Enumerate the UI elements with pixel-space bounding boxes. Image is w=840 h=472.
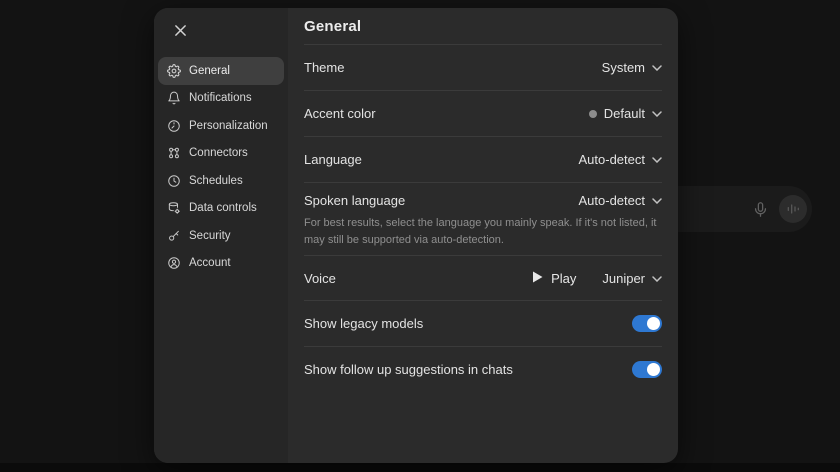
play-icon (532, 271, 543, 286)
theme-row: Theme System (304, 44, 662, 90)
sidebar-item-general[interactable]: General (158, 57, 284, 85)
user-icon (166, 256, 181, 271)
sidebar-nav: General Notifications (158, 57, 284, 277)
play-button[interactable]: Play (532, 271, 576, 286)
spoken-language-help-text: For best results, select the language yo… (304, 215, 660, 249)
settings-sidebar: General Notifications (154, 8, 288, 463)
sidebar-item-notifications[interactable]: Notifications (158, 85, 284, 113)
toggle-knob (647, 363, 660, 376)
sidebar-item-connectors[interactable]: Connectors (158, 140, 284, 168)
page-title: General (304, 8, 662, 44)
accent-color-row: Accent color Default (304, 90, 662, 136)
clock-icon (166, 173, 181, 188)
connectors-icon (166, 146, 181, 161)
sidebar-item-label: Account (189, 257, 231, 269)
accent-color-label: Accent color (304, 106, 376, 121)
sidebar-item-security[interactable]: Security (158, 222, 284, 250)
voice-select[interactable]: Juniper (602, 271, 662, 286)
close-icon (174, 24, 187, 40)
spoken-language-row: Spoken language Auto-detect For best res… (304, 182, 662, 255)
bottom-edge (0, 463, 840, 472)
followup-suggestions-toggle[interactable] (632, 361, 662, 378)
settings-dialog: General Notifications (154, 8, 678, 463)
spoken-language-label: Spoken language (304, 193, 405, 208)
chevron-down-icon (652, 275, 662, 282)
accent-color-dot (589, 110, 597, 118)
followup-suggestions-row: Show follow up suggestions in chats (304, 346, 662, 392)
sidebar-item-personalization[interactable]: Personalization (158, 112, 284, 140)
sidebar-item-label: Schedules (189, 175, 243, 187)
close-button[interactable] (168, 20, 192, 44)
dial-icon (166, 118, 181, 133)
voice-label: Voice (304, 271, 336, 286)
gear-icon (166, 63, 181, 78)
language-select[interactable]: Auto-detect (579, 152, 663, 167)
chevron-down-icon (652, 64, 662, 71)
sidebar-item-schedules[interactable]: Schedules (158, 167, 284, 195)
sidebar-item-label: Data controls (189, 202, 257, 214)
accent-color-select[interactable]: Default (589, 106, 662, 121)
sidebar-item-label: General (189, 65, 230, 77)
sidebar-item-account[interactable]: Account (158, 250, 284, 278)
sidebar-item-label: Security (189, 230, 231, 242)
followup-suggestions-label: Show follow up suggestions in chats (304, 362, 513, 377)
theme-select[interactable]: System (602, 60, 662, 75)
legacy-models-toggle[interactable] (632, 315, 662, 332)
mic-icon[interactable] (752, 201, 769, 218)
chevron-down-icon (652, 110, 662, 117)
sidebar-item-label: Notifications (189, 92, 252, 104)
audio-wave-icon[interactable] (779, 195, 807, 223)
toggle-knob (647, 317, 660, 330)
sidebar-item-data-controls[interactable]: Data controls (158, 195, 284, 223)
legacy-models-row: Show legacy models (304, 300, 662, 346)
sidebar-item-label: Personalization (189, 120, 268, 132)
chevron-down-icon (652, 156, 662, 163)
settings-panel: General Theme System Accent color Defaul… (288, 8, 678, 463)
theme-label: Theme (304, 60, 344, 75)
database-icon (166, 201, 181, 216)
bell-icon (166, 91, 181, 106)
legacy-models-label: Show legacy models (304, 316, 423, 331)
sidebar-item-label: Connectors (189, 147, 248, 159)
key-icon (166, 228, 181, 243)
language-row: Language Auto-detect (304, 136, 662, 182)
chevron-down-icon (652, 197, 662, 204)
spoken-language-select[interactable]: Auto-detect (579, 193, 663, 208)
voice-row: Voice Play Juniper (304, 255, 662, 300)
language-label: Language (304, 152, 362, 167)
